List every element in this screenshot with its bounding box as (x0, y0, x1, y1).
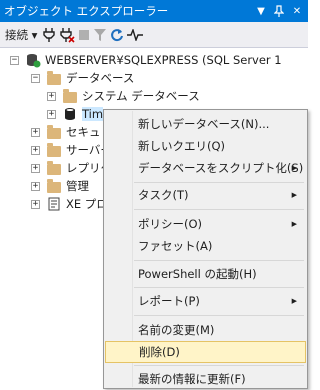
tree-node-security[interactable]: + セキュリ (31, 123, 112, 141)
tree-node-databases[interactable]: − データベース (31, 69, 134, 87)
menu-item-new-query[interactable]: 新しいクエリ(Q) (105, 135, 306, 157)
pin-icon[interactable] (270, 0, 288, 22)
folder-icon (46, 178, 62, 194)
folder-icon (46, 124, 62, 140)
menu-item-tasks[interactable]: タスク(T) ▶ (105, 184, 306, 206)
stop-icon[interactable] (78, 25, 90, 45)
submenu-arrow-icon: ▶ (291, 297, 297, 305)
menu-item-new-database[interactable]: 新しいデータベース(N)... (105, 113, 306, 135)
collapse-icon[interactable]: − (31, 73, 40, 83)
menu-item-policies[interactable]: ポリシー(O) ▶ (105, 213, 306, 235)
panel-title-bar: オブジェクト エクスプローラー ▼ ✕ (0, 0, 308, 22)
expand-icon[interactable]: + (31, 127, 40, 137)
tree-node-system-databases[interactable]: + システム データベース (47, 87, 200, 105)
filter-icon[interactable] (93, 25, 107, 45)
submenu-arrow-icon: ▶ (291, 191, 297, 199)
panel-title: オブジェクト エクスプローラー (4, 4, 169, 18)
close-icon[interactable]: ✕ (288, 0, 306, 22)
expand-icon[interactable]: + (31, 145, 40, 155)
collapse-icon[interactable]: − (10, 55, 19, 65)
dropdown-icon[interactable]: ▼ (252, 0, 270, 22)
menu-item-rename[interactable]: 名前の変更(M) (105, 319, 306, 341)
server-icon (25, 52, 41, 68)
menu-separator (134, 260, 304, 261)
connect-button[interactable]: 接続 ▾ (3, 25, 39, 45)
menu-item-delete[interactable]: 削除(D) (105, 341, 306, 363)
menu-separator (134, 287, 304, 288)
menu-separator (134, 209, 304, 210)
tree-node-management[interactable]: + 管理 (31, 177, 89, 195)
expand-icon[interactable]: + (47, 91, 56, 101)
menu-item-reports[interactable]: レポート(P) ▶ (105, 290, 306, 312)
expand-icon[interactable]: + (31, 199, 40, 209)
folder-icon (46, 142, 62, 158)
databases-label: データベース (66, 71, 135, 85)
expand-icon[interactable]: + (47, 109, 56, 119)
menu-item-facets[interactable]: ファセット(A) (105, 235, 306, 257)
context-menu: 新しいデータベース(N)... 新しいクエリ(Q) データベースをスクリプト化(… (103, 109, 308, 389)
tree-node-server-objects[interactable]: + サーバー (31, 141, 112, 159)
expand-icon[interactable]: + (31, 163, 40, 173)
menu-item-script-database[interactable]: データベースをスクリプト化(S) ▶ (105, 157, 306, 179)
server-label: WEBSERVER¥SQLEXPRESS (SQL Server 1 (45, 53, 282, 67)
menu-item-refresh[interactable]: 最新の情報に更新(F) (105, 368, 306, 390)
folder-icon (46, 70, 62, 86)
xe-profiler-icon (46, 196, 62, 212)
management-label: 管理 (66, 179, 89, 193)
folder-icon (46, 160, 62, 176)
connect-plug-icon[interactable] (42, 25, 56, 45)
expand-icon[interactable]: + (31, 181, 40, 191)
submenu-arrow-icon: ▶ (291, 164, 297, 172)
toolbar: 接続 ▾ (0, 22, 308, 48)
activity-monitor-icon[interactable] (127, 25, 144, 45)
system-databases-label: システム データベース (82, 89, 200, 103)
refresh-icon[interactable] (110, 25, 124, 45)
menu-separator (134, 365, 304, 366)
menu-separator (134, 182, 304, 183)
database-icon (62, 106, 78, 122)
selected-database-label: Tim (82, 107, 104, 121)
disconnect-icon[interactable] (59, 25, 76, 45)
tree-node-replication[interactable]: + レプリケ (31, 159, 112, 177)
submenu-arrow-icon: ▶ (291, 220, 297, 228)
menu-separator (134, 315, 304, 316)
tree-node-server[interactable]: − WEBSERVER¥SQLEXPRESS (SQL Server 1 (10, 51, 282, 69)
menu-item-start-powershell[interactable]: PowerShell の起動(H) (105, 263, 306, 285)
folder-icon (62, 88, 78, 104)
tree-node-selected-database[interactable]: + Tim (47, 105, 104, 123)
